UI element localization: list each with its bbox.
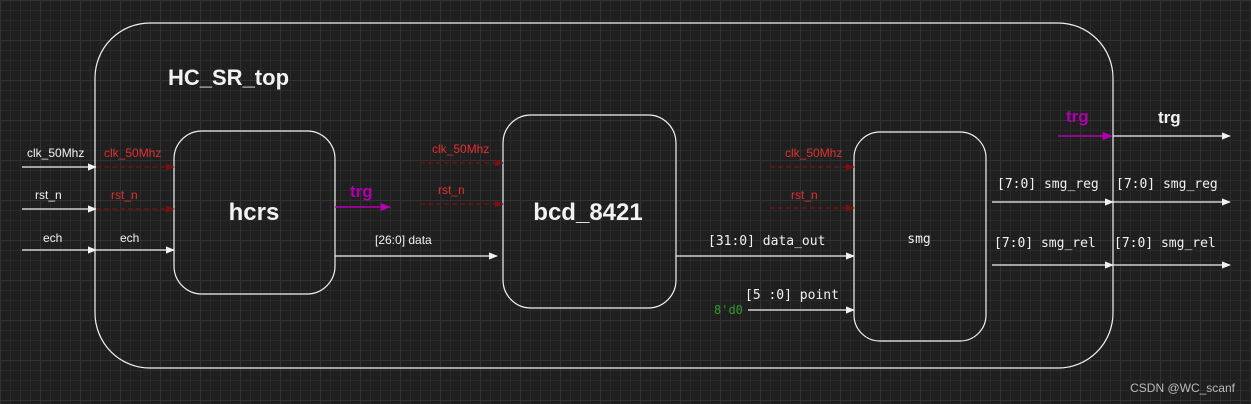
rst-input-label: rst_n [35, 188, 62, 202]
hcrs-trg-label: trg [350, 182, 373, 201]
smg-module-name: smg [907, 232, 930, 247]
watermark: CSDN @WC_scanf [1130, 381, 1236, 395]
ech-input-label: ech [43, 231, 62, 245]
top-module-title: HC_SR_top [168, 65, 289, 90]
smg-seg-reg-label: [7:0] smg_reg [997, 177, 1099, 192]
bcd-module-name: bcd_8421 [533, 199, 642, 226]
trg-internal-label: trg [1066, 107, 1089, 126]
bcd-clk-label: clk_50Mhz [432, 142, 489, 156]
hcrs-module-name: hcrs [229, 199, 280, 226]
clk-input-label: clk_50Mhz [27, 146, 84, 160]
hcrs-ech-label: ech [120, 231, 139, 245]
hcrs-data-label: [26:0] data [375, 233, 432, 247]
trg-output-label: trg [1158, 108, 1181, 127]
hcrs-rst-label: rst_n [111, 188, 138, 202]
smg-point-label: [5 :0] point [745, 288, 839, 303]
smg-seg-rel-label: [7:0] smg_rel [994, 236, 1096, 251]
seg-rel-output-label: [7:0] smg_rel [1114, 236, 1216, 251]
seg-reg-output-label: [7:0] smg_reg [1116, 177, 1218, 192]
diagram-canvas: HC_SR_top hcrs bcd_8421 smg clk_50Mhz rs… [0, 0, 1251, 404]
hcrs-clk-label: clk_50Mhz [104, 146, 161, 160]
bcd-data-out-label: [31:0] data_out [708, 234, 825, 249]
smg-point-constant: 8'd0 [714, 303, 743, 317]
smg-clk-label: clk_50Mhz [785, 146, 842, 160]
bcd-rst-label: rst_n [438, 183, 465, 197]
block-diagram: HC_SR_top hcrs bcd_8421 smg clk_50Mhz rs… [22, 22, 1236, 395]
smg-rst-label: rst_n [791, 188, 818, 202]
